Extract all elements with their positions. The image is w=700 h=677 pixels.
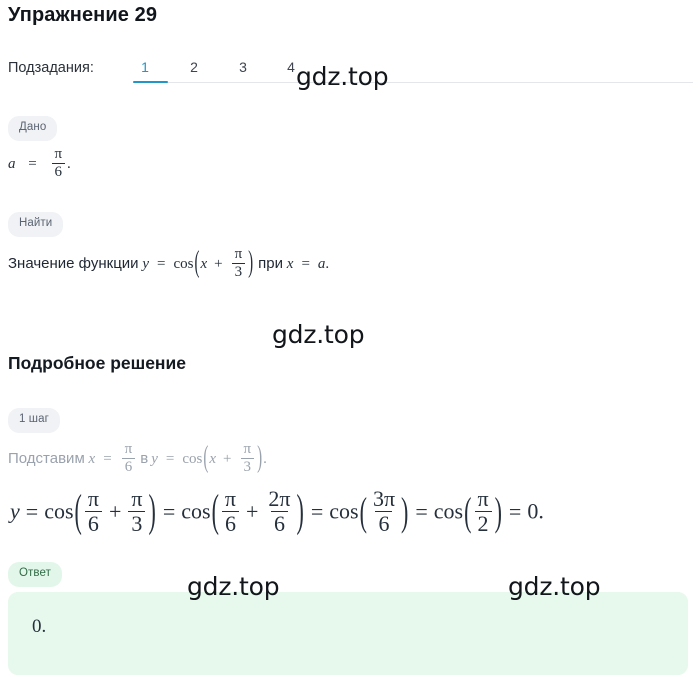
chain-cos-2: cos [181,498,211,524]
chain-paren-open-2: ( [211,484,219,536]
chain-plus-1: + [108,498,122,524]
chain-paren-close-4: ) [494,487,502,534]
given-fraction: π 6 [51,145,65,180]
chain-equals-5: = [508,498,522,524]
chain-paren-open-3: ( [359,487,367,534]
chain-equals-3: = [310,498,324,524]
chain-cos-3: cos [329,498,359,524]
step-text-in: в [140,449,149,467]
given-variable: a [8,155,16,172]
chain-fraction-1a-denominator: 6 [84,511,102,535]
find-paren-close: ) [248,246,254,280]
step-plus: + [223,450,232,467]
subtask-tab-1[interactable]: 1 [133,59,157,75]
chain-plus-2: + [246,498,259,524]
chain-fraction-2b-denominator: 6 [270,511,288,535]
answer-box: 0. [8,592,688,675]
chain-paren-close-3: ) [401,487,409,534]
given-badge: Дано [8,116,58,141]
find-fraction-denominator: 3 [231,262,246,280]
step-text-before: Подставим [8,449,85,467]
subtask-tab-3[interactable]: 3 [231,59,255,75]
find-text-before: Значение функции [8,254,139,272]
find-y: y [142,255,149,272]
chain-fraction-2a-denominator: 6 [221,511,239,535]
step-period: . [263,450,267,467]
step-x2: x [209,450,217,467]
chain-fraction-2a: π6 [221,486,239,535]
chain-fraction-3-numerator: 3π [372,486,396,512]
chain-fraction-4-denominator: 2 [474,511,492,535]
given-period: . [67,155,71,172]
chain-equals-4: = [415,498,428,524]
step-fraction-1-denominator: 6 [121,457,136,475]
find-plus: + [214,255,223,272]
chain-paren-close-2: ) [296,484,304,536]
given-formula: a = π 6 . [8,145,71,181]
chain-cos-1: cos [44,498,74,524]
step-equals: = [103,450,112,467]
find-fraction-numerator: π [234,245,243,262]
chain-fraction-3-denominator: 6 [375,511,393,535]
chain-fraction-2b: 2π 6 [265,488,293,535]
subtasks-baseline [133,82,693,83]
chain-fraction-2a-numerator: π [224,486,236,512]
chain-fraction-1b-numerator: π [131,486,143,512]
chain-y: y [10,498,20,524]
find-statement: Значение функции y = cos(x + π 3) при x = a. [8,245,330,281]
chain-fraction-4: π2 [474,486,492,535]
step-fraction-1-numerator: π [124,440,133,457]
chain-paren-close-1: ) [148,484,156,536]
subtasks-row: Подзадания: 1 2 3 4 [0,56,700,88]
subtask-tab-4[interactable]: 4 [279,59,303,75]
chain-fraction-1a: π6 [84,486,102,535]
chain-fraction-4-numerator: π [477,486,489,512]
find-period: . [325,255,330,272]
step-equals2: = [165,450,175,467]
subtask-active-underline [133,80,168,83]
step-paren-close: ) [257,441,263,475]
find-equals: = [156,255,166,272]
chain-fraction-1b: π3 [128,486,146,535]
step-fraction-2-denominator: 3 [240,457,255,475]
step-y: y [151,450,158,467]
step-substitution-text: Подставим x = π 6 в y = cos(x + π 3). [8,440,267,476]
given-equals: = [28,155,37,172]
given-fraction-numerator: π [54,145,63,162]
chain-fraction-2b-numerator: 2π [268,486,291,512]
given-fraction-denominator: 6 [51,162,65,180]
chain-equals-2: = [162,498,176,524]
chain-paren-open-4: ( [464,487,472,534]
step-cos: cos [182,450,203,467]
step-fraction-1: π6 [121,440,136,475]
chain-fraction-3: 3π 6 [370,488,398,535]
step-paren-open: ( [203,441,209,475]
step-badge: 1 шаг [8,408,60,433]
answer-badge: Ответ [8,562,62,587]
find-equals2: = [301,255,310,272]
subtasks-label: Подзадания: [8,60,94,76]
chain-cos-4: cos [433,498,464,524]
calculation-chain: y = cos(π 6 + π 3) = cos(π 6 +2π 6) = cos(3π 6) = cos(π 2… [10,484,544,537]
find-cos: cos [173,255,194,272]
watermark-2: gdz.top [272,320,365,349]
find-badge: Найти [8,212,64,237]
find-fraction: π3 [231,245,246,280]
solution-heading: Подробное решение [8,353,186,373]
chain-paren-open-1: ( [74,484,82,536]
chain-period: . [538,498,544,524]
step-fraction-2-numerator: π [243,440,252,457]
find-paren-open: ( [194,246,200,280]
page-title: Упражнение 29 [8,4,158,26]
chain-fraction-1a-numerator: π [87,486,99,512]
chain-result: 0 [527,498,539,524]
chain-fraction-1b-denominator: 3 [128,511,146,535]
subtask-tab-2[interactable]: 2 [182,59,206,75]
step-fraction-2: π3 [240,440,255,475]
chain-equals-1: = [25,498,39,524]
answer-value: 0. [32,616,47,637]
find-text-at: при [258,254,284,272]
